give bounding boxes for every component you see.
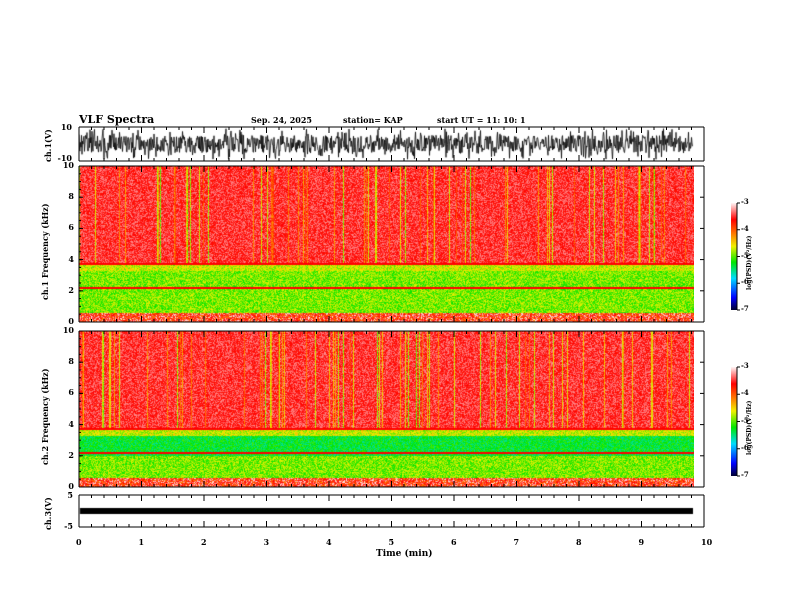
x-tick-label: 4 xyxy=(326,537,332,547)
colorbar-tick-label: -6 xyxy=(741,442,749,452)
spec-ytick: 2 xyxy=(68,284,74,295)
x-tick-label: 10 xyxy=(701,537,713,547)
spec-ytick: 4 xyxy=(68,253,74,264)
colorbar-tick-label: -4 xyxy=(741,223,749,233)
colorbar-tick-label: -5 xyxy=(741,415,749,425)
spec-ytick: 6 xyxy=(68,387,74,398)
spec-ytick: 2 xyxy=(68,449,74,460)
axes-layer xyxy=(78,126,740,528)
colorbar-tick-label: -3 xyxy=(741,361,749,370)
colorbar-tick-label: -7 xyxy=(741,470,749,479)
x-tick-label: 0 xyxy=(76,537,82,547)
colorbar-tick-label: -3 xyxy=(741,197,749,206)
colorbar-tick-label: -5 xyxy=(741,250,749,260)
colorbar-tick-label: -4 xyxy=(741,388,749,398)
spec-ytick: 8 xyxy=(68,356,74,367)
x-tick-label: 7 xyxy=(513,537,520,547)
x-tick-label: 5 xyxy=(388,537,395,547)
ch3-ytick: 5 xyxy=(67,490,73,500)
colorbar-tick-label: -6 xyxy=(741,277,749,287)
spec-ytick: 10 xyxy=(62,160,74,170)
spec-ytick: 8 xyxy=(68,191,74,202)
spec-ytick: 10 xyxy=(62,325,74,335)
x-tick-label: 3 xyxy=(263,537,270,547)
spec-ytick: 6 xyxy=(68,222,74,233)
x-axis-label: Time (min) xyxy=(376,549,433,559)
colorbar-tick-label: -7 xyxy=(741,304,749,313)
vlf-plot: VLF Spectra Sep. 24, 2025 station= KAP s… xyxy=(0,0,792,612)
spec-ytick: 4 xyxy=(68,418,74,429)
x-tick-label: 6 xyxy=(451,537,457,547)
x-tick-label: 2 xyxy=(201,537,207,547)
x-tick-label: 1 xyxy=(138,537,145,547)
ch1-ytick: 10 xyxy=(60,122,72,132)
ch3-ytick: -5 xyxy=(64,521,73,531)
x-tick-label: 8 xyxy=(576,537,582,547)
x-tick-label: 9 xyxy=(638,537,645,547)
